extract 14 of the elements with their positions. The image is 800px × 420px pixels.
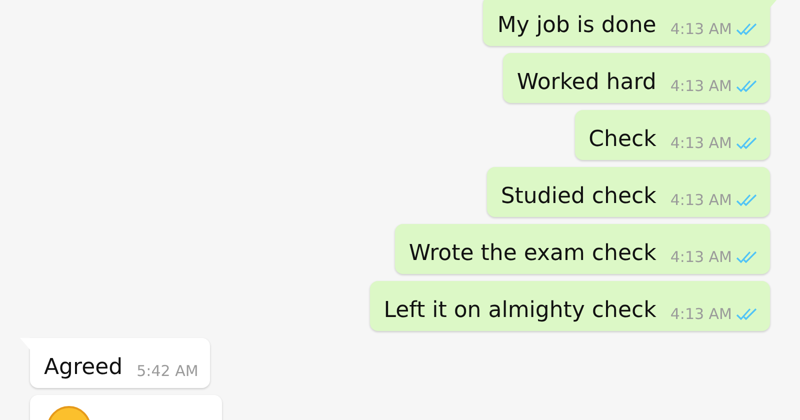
message-time: 5:42 AM — [136, 362, 198, 380]
message-time: 4:13 AM — [670, 134, 732, 152]
message-text: Studied check — [500, 184, 656, 209]
message-time: 4:13 AM — [670, 20, 732, 38]
message-time: 4:13 AM — [670, 77, 732, 95]
message-text: Worked hard — [516, 70, 656, 95]
message-text: My job is done — [497, 13, 656, 38]
message-text: Check — [588, 127, 656, 152]
message-time: 4:13 AM — [670, 248, 732, 266]
message-time: 4:13 AM — [670, 305, 732, 323]
message-text: Agreed — [44, 355, 123, 380]
message-time: 4:13 AM — [670, 191, 732, 209]
message-text: Left it on almighty check — [384, 298, 656, 323]
message-text: Wrote the exam check — [408, 241, 656, 266]
